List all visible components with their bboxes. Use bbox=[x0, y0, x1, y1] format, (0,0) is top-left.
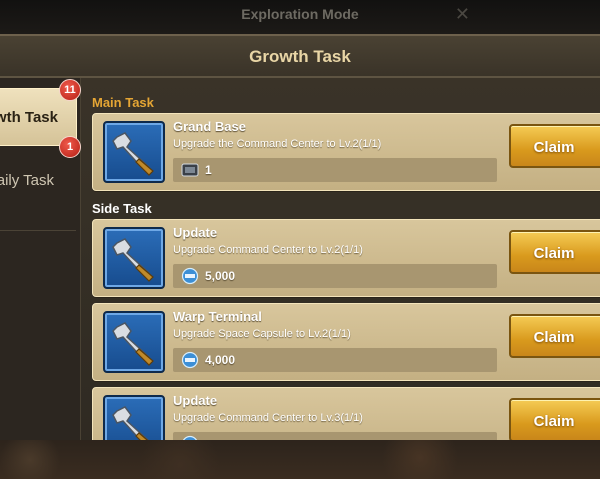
reward-bar: 4,000 bbox=[173, 348, 497, 372]
reward-bar: 5,000 bbox=[173, 264, 497, 288]
task-title: Grand Base bbox=[173, 119, 246, 134]
background-top-bar: Exploration Mode ✕ bbox=[0, 0, 600, 34]
claim-button[interactable]: Claim bbox=[509, 230, 600, 274]
wrench-icon bbox=[103, 227, 165, 289]
daily-task-badge: 1 bbox=[59, 136, 81, 158]
task-description: Upgrade Command Center to Lv.3(1/1) bbox=[173, 412, 363, 424]
panel-title: Growth Task bbox=[249, 47, 351, 66]
background-terrain bbox=[0, 440, 600, 479]
wrench-icon bbox=[103, 395, 165, 446]
task-description: Upgrade Space Capsule to Lv.2(1/1) bbox=[173, 328, 351, 340]
task-title: Update bbox=[173, 393, 218, 408]
task-sidebar: Growth Task Daily Task bbox=[0, 78, 81, 446]
task-card: Warp Terminal Upgrade Space Capsule to L… bbox=[92, 303, 600, 381]
claim-button[interactable]: Claim bbox=[509, 124, 600, 168]
reward-amount: 4,000 bbox=[205, 353, 236, 367]
task-description: Upgrade Command Center to Lv.2(1/1) bbox=[173, 244, 363, 256]
task-title: Update bbox=[173, 225, 218, 240]
task-card: Update Upgrade Command Center to Lv.3(1/… bbox=[92, 387, 600, 446]
panel-header: Growth Task bbox=[0, 36, 600, 78]
background-close-icon: ✕ bbox=[454, 4, 470, 24]
reward-amount: 5,000 bbox=[205, 269, 236, 283]
tab-daily-task[interactable]: Daily Task bbox=[0, 150, 76, 231]
task-card: Grand Base Upgrade the Command Center to… bbox=[92, 113, 600, 191]
task-card: Update Upgrade Command Center to Lv.2(1/… bbox=[92, 219, 600, 297]
wrench-icon bbox=[103, 121, 165, 183]
task-title: Warp Terminal bbox=[173, 309, 262, 324]
wrench-icon bbox=[103, 311, 165, 373]
task-description: Upgrade the Command Center to Lv.2(1/1) bbox=[173, 138, 382, 150]
exploration-mode-title: Exploration Mode bbox=[241, 6, 359, 22]
exp-icon bbox=[181, 267, 199, 290]
growth-task-badge: 11 bbox=[59, 79, 81, 101]
exp-icon bbox=[181, 351, 199, 374]
claim-button[interactable]: Claim bbox=[509, 398, 600, 442]
side-task-heading: Side Task bbox=[92, 201, 152, 216]
main-task-heading: Main Task bbox=[92, 95, 154, 110]
growth-task-panel: Growth Task Growth Task Daily Task 11 1 … bbox=[0, 34, 600, 446]
claim-button[interactable]: Claim bbox=[509, 314, 600, 358]
ticket-icon bbox=[181, 161, 199, 184]
reward-amount: 1 bbox=[205, 163, 212, 177]
tab-growth-task-label: Growth Task bbox=[0, 109, 58, 126]
reward-bar: 1 bbox=[173, 158, 497, 182]
task-list[interactable]: Main Task Grand Base Upgrade the Command… bbox=[82, 78, 600, 446]
tab-daily-task-label: Daily Task bbox=[0, 172, 54, 189]
